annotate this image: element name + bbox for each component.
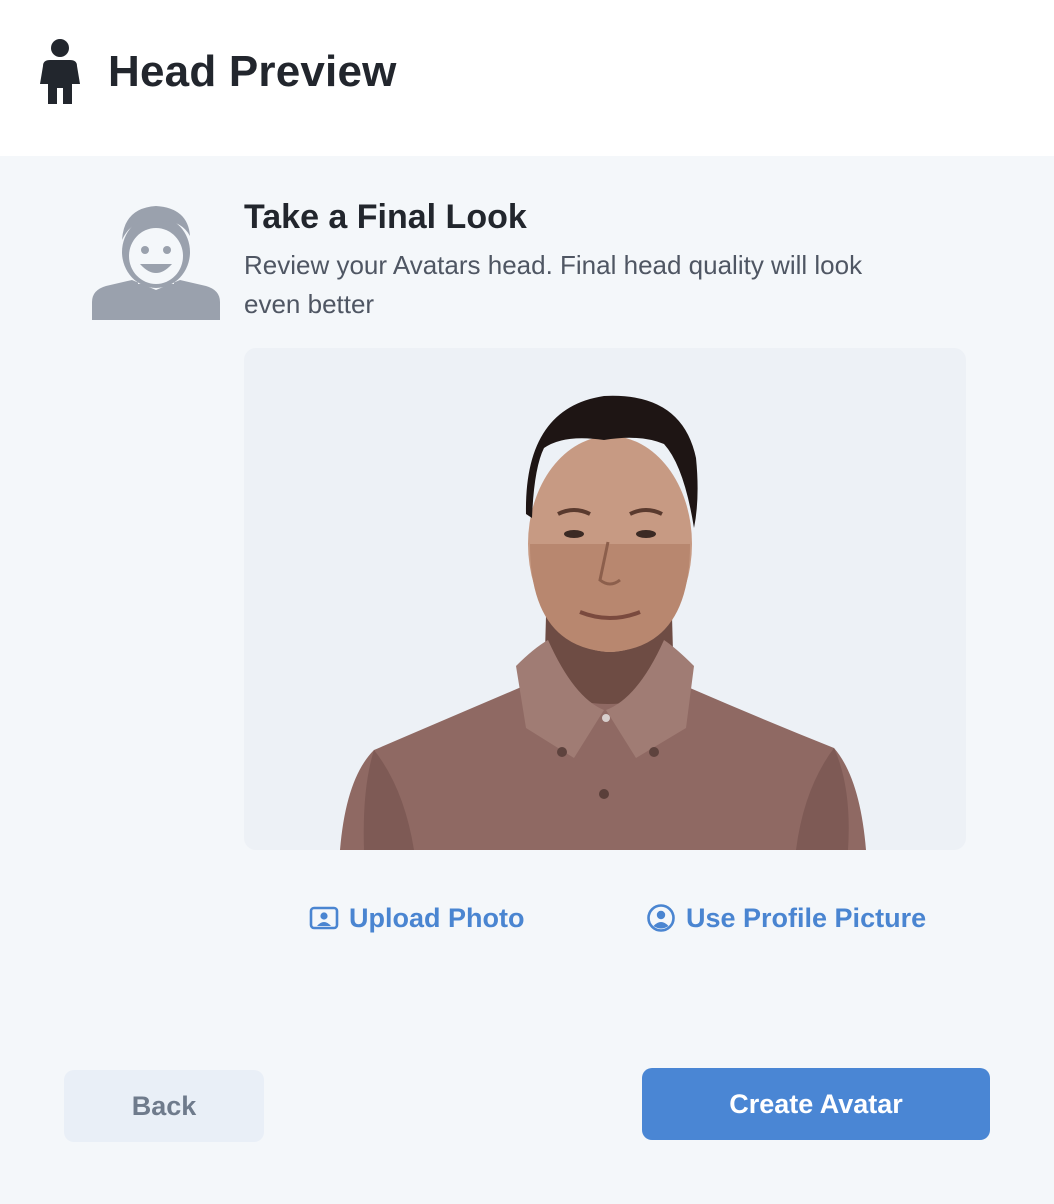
image-icon — [309, 903, 339, 933]
section-title: Take a Final Look — [244, 198, 527, 236]
upload-photo-label: Upload Photo — [349, 902, 525, 933]
user-circle-icon — [646, 903, 676, 933]
create-avatar-button[interactable]: Create Avatar — [642, 1068, 990, 1140]
page-title: Head Preview — [108, 47, 397, 96]
avatar-head-render — [340, 395, 866, 850]
use-profile-picture-label: Use Profile Picture — [686, 902, 927, 933]
header: Head Preview — [0, 0, 1054, 156]
avatar-placeholder-icon — [92, 204, 220, 320]
use-profile-picture-button[interactable]: Use Profile Picture — [646, 896, 926, 940]
avatar-preview — [244, 348, 966, 850]
section-description: Review your Avatars head. Final head qua… — [244, 250, 863, 319]
upload-photo-button[interactable]: Upload Photo — [309, 896, 524, 940]
back-button[interactable]: Back — [64, 1070, 264, 1142]
head-preview-panel: Head Preview Take a Final Look Review yo… — [0, 0, 1054, 1204]
person-icon — [34, 38, 86, 106]
